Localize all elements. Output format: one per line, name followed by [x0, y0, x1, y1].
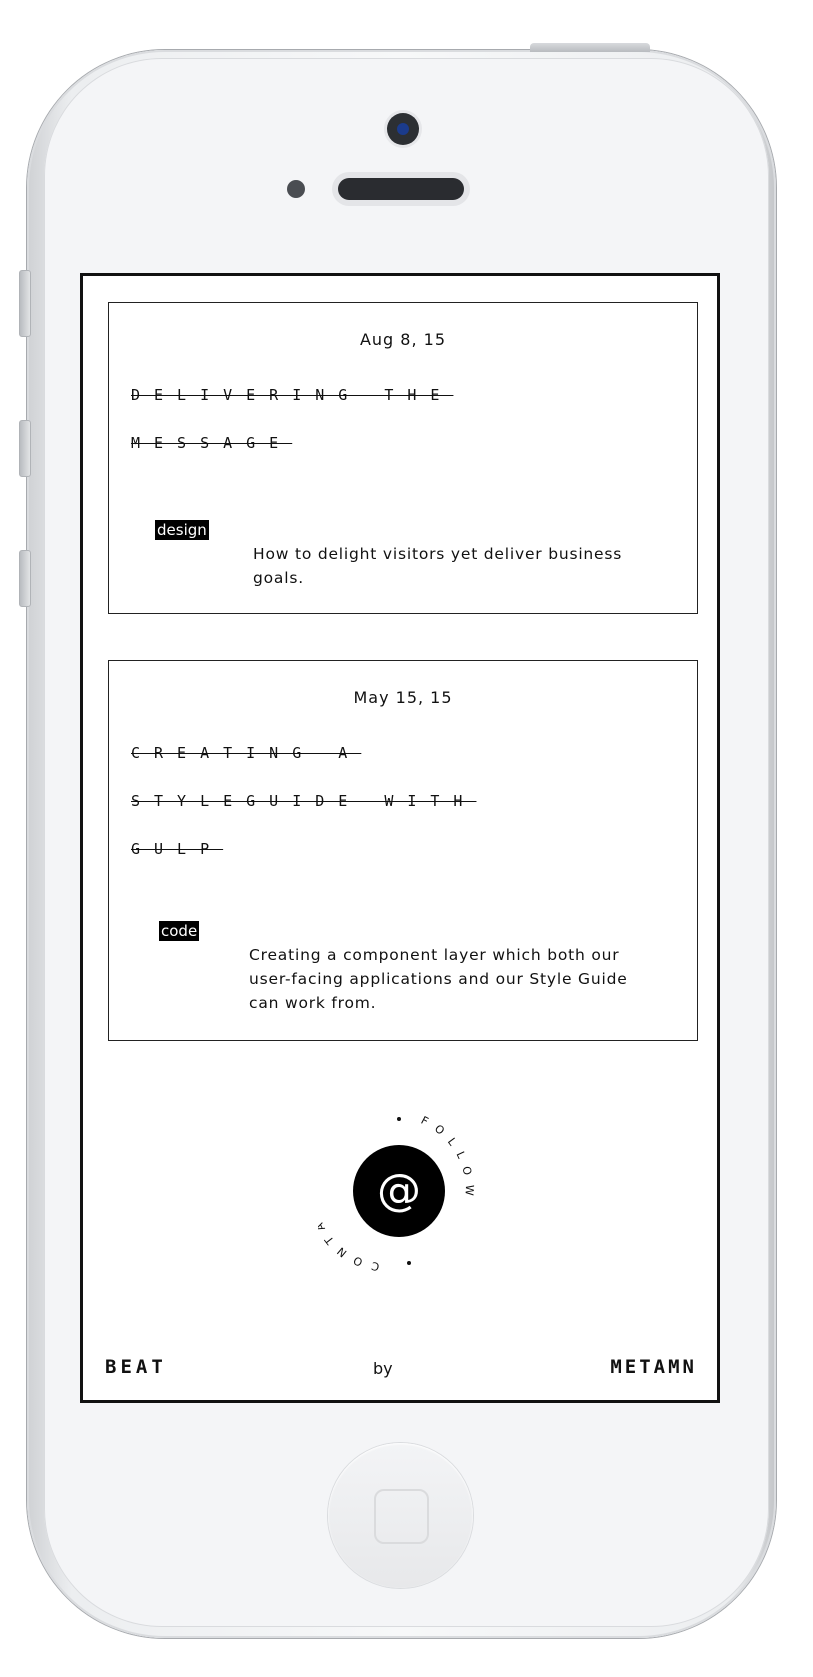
- front-camera: [387, 113, 419, 145]
- post-title-line[interactable]: Delivering the: [131, 371, 637, 419]
- post-title[interactable]: Creating a Styleguide with Gulp: [131, 729, 637, 873]
- post-tag[interactable]: design: [155, 520, 209, 540]
- footer-by: by: [373, 1359, 393, 1378]
- post-title-line[interactable]: Styleguide with: [131, 777, 637, 825]
- ring-dot: [397, 1117, 401, 1121]
- site-footer: BEAT by METAMN: [83, 1356, 717, 1386]
- volume-up-button: [19, 420, 31, 477]
- earpiece-speaker: [338, 178, 464, 200]
- post-title-line[interactable]: Gulp: [131, 825, 637, 873]
- phone-screen: Aug 8, 15 Delivering the message design …: [80, 273, 720, 1403]
- post-tag[interactable]: code: [159, 921, 200, 941]
- brand-right[interactable]: METAMN: [610, 1356, 697, 1378]
- post-card[interactable]: May 15, 15 Creating a Styleguide with Gu…: [108, 660, 698, 1041]
- volume-down-button: [19, 550, 31, 607]
- post-description: How to delight visitors yet deliver busi…: [253, 545, 623, 587]
- post-title-line[interactable]: Creating a: [131, 729, 637, 777]
- home-button[interactable]: [328, 1443, 473, 1588]
- contact-follow-badge[interactable]: CONTACT FOLLOW @: [305, 1111, 478, 1273]
- contact-follow-ring: CONTACT FOLLOW @: [305, 1114, 467, 1273]
- post-date: May 15, 15: [353, 688, 453, 707]
- post-title[interactable]: Delivering the message: [131, 371, 637, 467]
- mute-switch: [19, 270, 31, 337]
- post-description: Creating a component layer which both ou…: [249, 946, 628, 1012]
- post-card[interactable]: Aug 8, 15 Delivering the message design …: [108, 302, 698, 614]
- post-title-line[interactable]: message: [131, 419, 637, 467]
- post-date: Aug 8, 15: [359, 330, 447, 349]
- brand-left[interactable]: BEAT: [105, 1356, 167, 1378]
- ring-dot: [407, 1261, 411, 1265]
- power-button: [530, 43, 650, 52]
- proximity-sensor: [287, 180, 305, 198]
- at-sign-icon[interactable]: @: [377, 1165, 421, 1216]
